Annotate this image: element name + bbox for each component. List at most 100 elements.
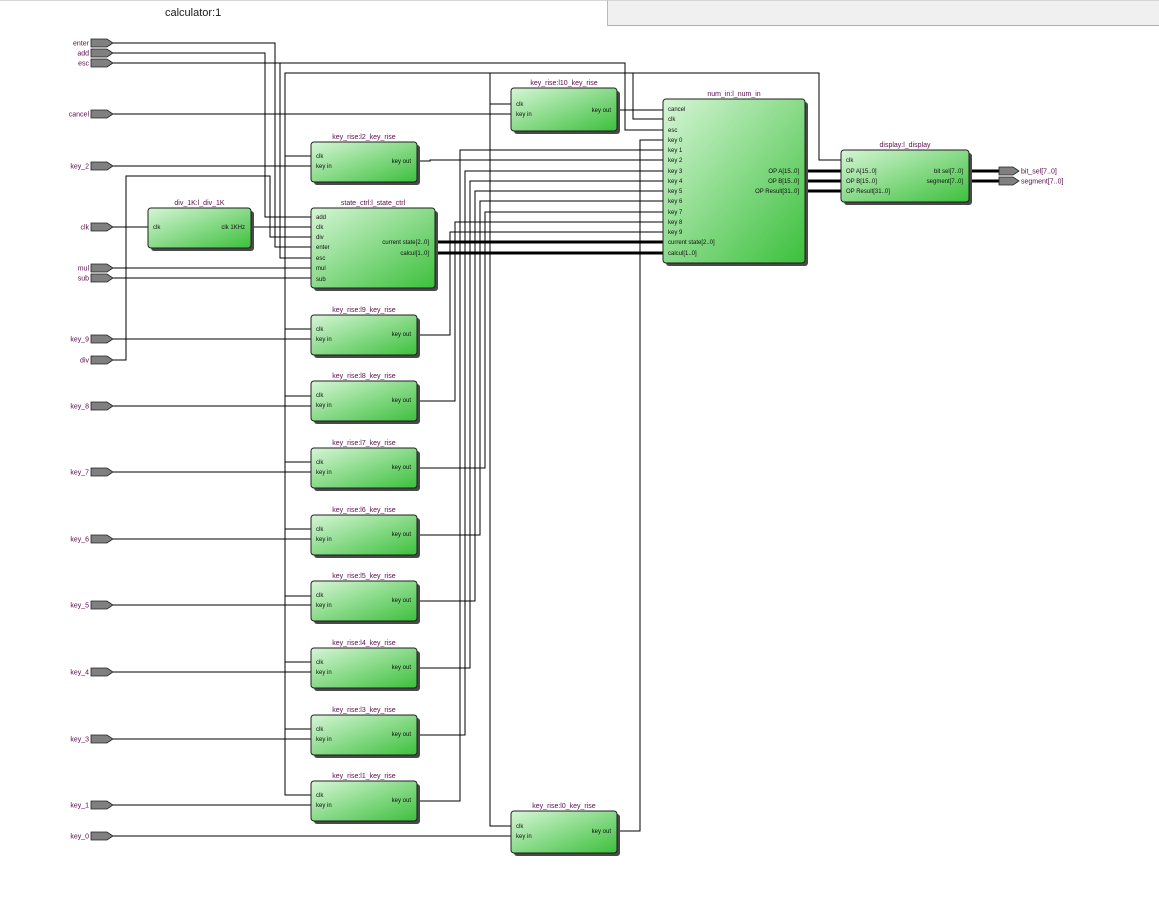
pin-clk[interactable]: clk bbox=[80, 222, 114, 232]
pin-key_7[interactable]: key_7 bbox=[70, 467, 114, 477]
pin-label: key_9 bbox=[70, 337, 89, 344]
pin-bit_sel[interactable]: bit_sel[7..0] bbox=[998, 166, 1057, 176]
pin-key_6[interactable]: key_6 bbox=[70, 534, 114, 544]
pin-key_2[interactable]: key_2 bbox=[70, 161, 114, 171]
input-port-label: key 8 bbox=[668, 220, 683, 226]
input-port-label: current state[2..0] bbox=[668, 240, 715, 246]
block-kr1[interactable]: key_rise:l1_key_riseclk key in key out bbox=[310, 773, 420, 824]
block-title: key_rise:l2_key_rise bbox=[332, 134, 396, 141]
pin-label: key_2 bbox=[70, 164, 89, 171]
wire bbox=[632, 73, 663, 120]
tab-bar-empty-area bbox=[608, 0, 1159, 26]
block-title: key_rise:l9_key_rise bbox=[332, 307, 396, 314]
input-port-label: key in bbox=[316, 337, 332, 343]
block-disp[interactable]: display:l_displayclk OP A[15..0] OP B[15..… bbox=[840, 142, 972, 205]
output-port-label: clk 1KHz bbox=[221, 225, 245, 231]
input-port-label: clk bbox=[316, 660, 324, 666]
pin-key_4[interactable]: key_4 bbox=[70, 667, 114, 677]
input-pin-icon bbox=[90, 467, 114, 477]
block-kr10[interactable]: key_rise:l10_key_riseclk key in key out bbox=[510, 80, 620, 134]
pin-label: key_1 bbox=[70, 803, 89, 810]
input-port-label: key in bbox=[316, 803, 332, 809]
input-port-label: key in bbox=[316, 603, 332, 609]
input-port-label: clk bbox=[668, 117, 676, 123]
wire bbox=[617, 139, 663, 832]
input-port-label: key in bbox=[316, 470, 332, 476]
block-title: key_rise:l1_key_rise bbox=[332, 773, 396, 780]
pin-sub[interactable]: sub bbox=[78, 273, 114, 283]
input-port-label: key in bbox=[316, 403, 332, 409]
wire bbox=[417, 211, 663, 469]
input-port-label: div bbox=[316, 235, 324, 241]
output-port-label: key out bbox=[392, 798, 412, 804]
pin-key_0[interactable]: key_0 bbox=[70, 831, 114, 841]
pin-key_8[interactable]: key_8 bbox=[70, 401, 114, 411]
input-pin-icon bbox=[90, 401, 114, 411]
input-port-label: key in bbox=[316, 164, 332, 170]
pin-esc[interactable]: esc bbox=[78, 58, 114, 68]
pin-key_1[interactable]: key_1 bbox=[70, 800, 114, 810]
input-port-label: OP Result[31..0] bbox=[846, 189, 890, 195]
output-port-label: current state[2..0] bbox=[382, 240, 429, 246]
output-port-label: key out bbox=[392, 598, 412, 604]
block-kr9[interactable]: key_rise:l9_key_riseclk key in key out bbox=[310, 307, 420, 358]
wire bbox=[489, 73, 511, 105]
input-port-label: key in bbox=[316, 537, 332, 543]
input-port-label: clk bbox=[316, 393, 324, 399]
input-port-label: key 5 bbox=[668, 189, 683, 195]
input-port-label: OP B[15..0] bbox=[846, 179, 877, 185]
input-port-label: key 1 bbox=[668, 148, 683, 154]
input-port-label: esc bbox=[316, 256, 325, 262]
pin-cancel[interactable]: cancel bbox=[69, 109, 114, 119]
input-port-label: clk bbox=[316, 793, 324, 799]
input-port-label: clk bbox=[316, 225, 324, 231]
block-title: num_in:l_num_in bbox=[707, 91, 760, 98]
tab-calculator[interactable]: calculator:1 bbox=[0, 0, 608, 26]
output-pin-icon bbox=[998, 166, 1020, 176]
block-kr2[interactable]: key_rise:l2_key_riseclk key in key out bbox=[310, 134, 420, 185]
block-kr6[interactable]: key_rise:l6_key_riseclk key in key out bbox=[310, 507, 420, 558]
block-kr0[interactable]: key_rise:l0_key_riseclk key in key out bbox=[510, 803, 620, 856]
pin-mul[interactable]: mul bbox=[78, 263, 114, 273]
output-port-label: segment[7..0] bbox=[927, 179, 964, 185]
block-title: key_rise:l7_key_rise bbox=[332, 440, 396, 447]
pin-key_3[interactable]: key_3 bbox=[70, 734, 114, 744]
block-kr7[interactable]: key_rise:l7_key_riseclk key in key out bbox=[310, 440, 420, 491]
input-port-label: clk bbox=[316, 460, 324, 466]
schematic-canvas[interactable]: div_1K:l_div_1K clk clk 1KHz key_rise:l2_ke… bbox=[0, 26, 1159, 907]
tab-title: calculator:1 bbox=[165, 7, 222, 19]
pin-label: esc bbox=[78, 61, 89, 68]
pin-label: add bbox=[77, 51, 89, 58]
pin-key_9[interactable]: key_9 bbox=[70, 334, 114, 344]
input-pin-icon bbox=[90, 831, 114, 841]
output-port-label: key out bbox=[392, 732, 412, 738]
input-port-label: key 9 bbox=[668, 230, 683, 236]
pin-add[interactable]: add bbox=[77, 48, 114, 58]
input-pin-icon bbox=[90, 161, 114, 171]
block-kr3[interactable]: key_rise:l3_key_riseclk key in key out bbox=[310, 707, 420, 758]
document-tab-bar: calculator:1 bbox=[0, 0, 1159, 26]
block-num[interactable]: num_in:l_num_incancel clk esc key 0 key 1 key… bbox=[662, 91, 808, 266]
input-port-label: enter bbox=[316, 245, 330, 251]
pin-label: key_8 bbox=[70, 404, 89, 411]
block-div1k[interactable]: div_1K:l_div_1Kclk clk 1KHz bbox=[147, 200, 254, 251]
output-pin-icon bbox=[998, 176, 1020, 186]
input-pin-icon bbox=[90, 734, 114, 744]
input-port-label: esc bbox=[668, 128, 677, 134]
block-title: display:l_display bbox=[880, 142, 931, 149]
block-kr5[interactable]: key_rise:l5_key_riseclk key in key out bbox=[310, 573, 420, 624]
pin-div[interactable]: div bbox=[80, 355, 114, 365]
input-port-label: calcul[1..0] bbox=[668, 251, 697, 257]
input-pin-icon bbox=[90, 109, 114, 119]
block-kr4[interactable]: key_rise:l4_key_riseclk key in key out bbox=[310, 640, 420, 691]
input-port-label: add bbox=[316, 215, 326, 221]
pin-enter[interactable]: enter bbox=[73, 38, 114, 48]
pin-segment[interactable]: segment[7..0] bbox=[998, 176, 1063, 186]
output-port-label: bit sel[7..0] bbox=[934, 169, 963, 175]
pin-label: sub bbox=[78, 276, 89, 283]
block-title: key_rise:l4_key_rise bbox=[332, 640, 396, 647]
input-pin-icon bbox=[90, 222, 114, 232]
block-kr8[interactable]: key_rise:l8_key_riseclk key in key out bbox=[310, 373, 420, 424]
block-sc[interactable]: state_ctrl:l_state_ctrladd clk div enter esc… bbox=[310, 200, 438, 291]
pin-key_5[interactable]: key_5 bbox=[70, 600, 114, 610]
